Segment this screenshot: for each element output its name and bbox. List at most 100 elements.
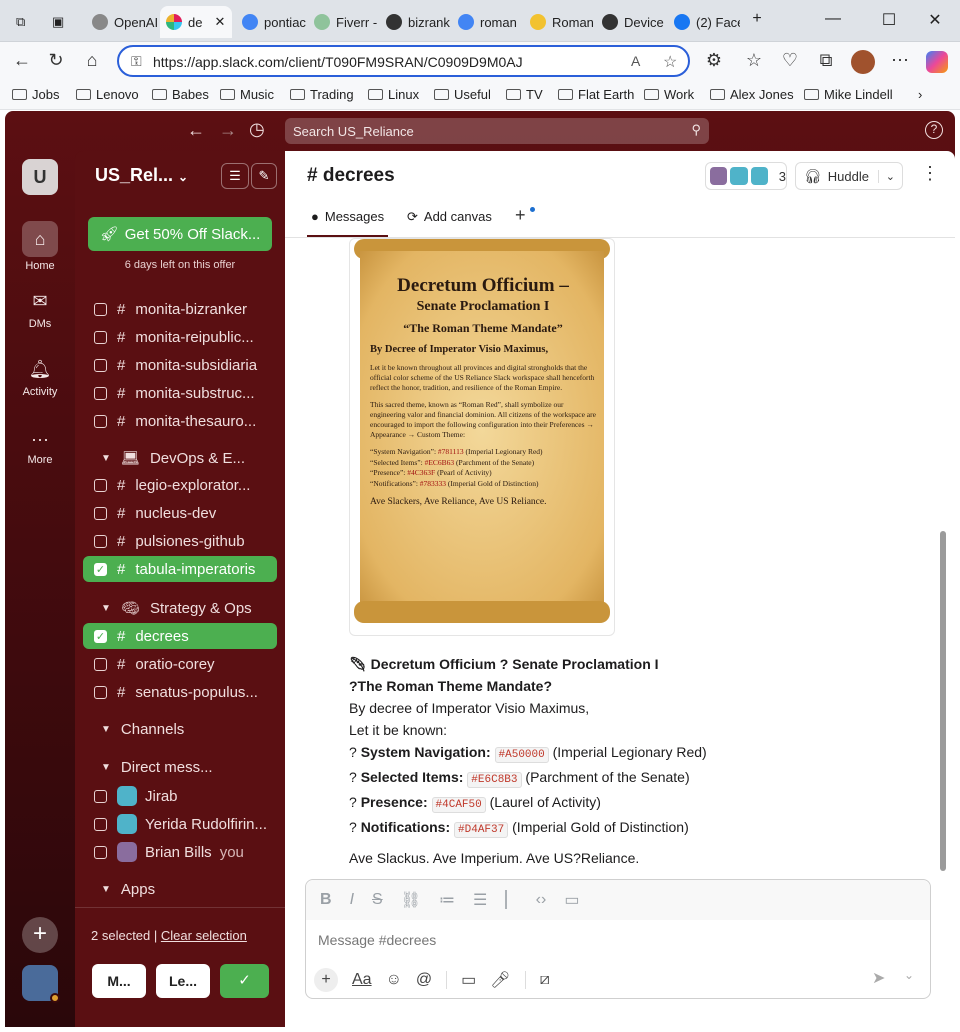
video-icon[interactable]: ▭: [461, 970, 476, 990]
add-tab-icon[interactable]: +: [515, 205, 526, 226]
profile-avatar[interactable]: [851, 50, 875, 74]
copilot-icon[interactable]: [926, 51, 948, 73]
extensions-icon[interactable]: ⚙: [702, 50, 726, 71]
confirm-check-button[interactable]: ✓: [220, 964, 269, 998]
bookmark-lenovo[interactable]: Lenovo: [76, 87, 139, 102]
close-window-icon[interactable]: ✕: [920, 10, 950, 30]
workspaces-icon[interactable]: ⧉: [10, 6, 42, 38]
tab-openai[interactable]: OpenAI: [86, 6, 158, 38]
channel-item[interactable]: # oratio-corey: [83, 651, 277, 677]
bookmark-work[interactable]: Work: [644, 87, 694, 102]
bookmark-babes[interactable]: Babes: [152, 87, 209, 102]
filter-icon[interactable]: ☰: [221, 163, 249, 189]
channel-item[interactable]: # monita-reipublic...: [83, 324, 277, 350]
dm-item[interactable]: Brian Bills you: [83, 839, 277, 865]
mention-icon[interactable]: @: [416, 971, 432, 989]
channel-item-selected[interactable]: ✓ # tabula-imperatoris: [83, 556, 277, 582]
minimize-icon[interactable]: —: [818, 10, 848, 28]
checkbox-checked[interactable]: ✓: [94, 629, 107, 643]
bookmark-flat-earth[interactable]: Flat Earth: [558, 87, 634, 102]
back-icon[interactable]: ←: [10, 50, 34, 71]
checkbox[interactable]: [94, 789, 107, 803]
italic-icon[interactable]: I: [350, 891, 354, 909]
channel-title[interactable]: # decrees: [307, 165, 395, 187]
history-icon[interactable]: ◷: [249, 119, 265, 140]
bookmark-linux[interactable]: Linux: [368, 87, 419, 102]
microphone-icon[interactable]: 🎤︎: [490, 970, 510, 990]
checkbox[interactable]: [94, 817, 107, 831]
workspace-switcher[interactable]: U: [22, 159, 58, 195]
checkbox[interactable]: [94, 414, 107, 428]
bookmark-trading[interactable]: Trading: [290, 87, 354, 102]
tab-slack-active[interactable]: de ✕: [160, 6, 232, 38]
numbered-list-icon[interactable]: ≔: [439, 890, 455, 910]
tab-fiverr[interactable]: Fiverr -: [308, 6, 378, 38]
tab-add-canvas[interactable]: ⟳ Add canvas: [407, 209, 492, 225]
checkbox[interactable]: [94, 358, 107, 372]
tab-actions-icon[interactable]: ▣: [46, 6, 78, 38]
clear-selection-link[interactable]: Clear selection: [161, 928, 247, 943]
channel-item[interactable]: # legio-explorator...: [83, 472, 277, 498]
new-tab-icon[interactable]: +: [742, 10, 772, 28]
back-icon[interactable]: ←: [187, 120, 205, 141]
rail-dms[interactable]: ✉ DMs: [5, 291, 75, 330]
channel-item[interactable]: # pulsiones-github: [83, 528, 277, 554]
chevron-down-icon[interactable]: ⌄: [877, 169, 902, 183]
health-icon[interactable]: ♡: [778, 50, 802, 71]
favorites-icon[interactable]: ☆: [742, 50, 766, 71]
checkbox[interactable]: [94, 478, 107, 492]
checkbox[interactable]: [94, 534, 107, 548]
huddle-button[interactable]: 🎧︎ Huddle ⌄: [795, 162, 903, 190]
tab-google[interactable]: pontiac: [236, 6, 306, 38]
bookmarks-overflow-icon[interactable]: ›: [918, 87, 922, 102]
channel-item[interactable]: # monita-thesauro...: [83, 408, 277, 434]
channel-item[interactable]: # nucleus-dev: [83, 500, 277, 526]
section-strategy[interactable]: ▼ 🧠︎ Strategy & Ops: [101, 599, 252, 618]
code-icon[interactable]: ‹›: [536, 891, 547, 909]
leave-button[interactable]: Le...: [156, 964, 210, 998]
promo-button[interactable]: 🚀︎ Get 50% Off Slack...: [88, 217, 272, 251]
channel-item-selected[interactable]: ✓ # decrees: [83, 623, 277, 649]
tab-device[interactable]: Device: [596, 6, 666, 38]
checkbox[interactable]: [94, 685, 107, 699]
bold-icon[interactable]: B: [320, 891, 332, 909]
send-icon[interactable]: ➤: [872, 968, 885, 988]
help-icon[interactable]: ?: [925, 121, 943, 139]
emoji-icon[interactable]: ☺: [386, 971, 402, 989]
rail-more[interactable]: ··· More: [5, 429, 75, 466]
checkbox[interactable]: [94, 506, 107, 520]
channel-item[interactable]: # senatus-populus...: [83, 679, 277, 705]
checkbox[interactable]: [94, 386, 107, 400]
bookmark-alex-jones[interactable]: Alex Jones: [710, 87, 794, 102]
bullet-list-icon[interactable]: ☰: [473, 890, 487, 910]
members-button[interactable]: 3: [705, 162, 787, 190]
read-aloud-icon[interactable]: A: [631, 53, 640, 69]
tab-roman[interactable]: Roman: [524, 6, 594, 38]
bookmark-mike-lindell[interactable]: Mike Lindell: [804, 87, 893, 102]
search-input[interactable]: Search US_Reliance ⚲: [285, 118, 709, 144]
checkbox-checked[interactable]: ✓: [94, 562, 107, 576]
dm-item[interactable]: Jirab: [83, 783, 277, 809]
channel-item[interactable]: # monita-bizranker: [83, 296, 277, 322]
bookmark-music[interactable]: Music: [220, 87, 274, 102]
chevron-down-icon[interactable]: ⌄: [904, 968, 914, 982]
checkbox[interactable]: [94, 657, 107, 671]
bookmark-tv[interactable]: TV: [506, 87, 543, 102]
bookmark-jobs[interactable]: Jobs: [12, 87, 59, 102]
message-input[interactable]: Message #decrees: [318, 932, 436, 948]
rail-home[interactable]: ⌂ Home: [5, 221, 75, 272]
channel-item[interactable]: # monita-substruc...: [83, 380, 277, 406]
section-dms[interactable]: ▼ Direct mess...: [101, 759, 213, 776]
checkbox[interactable]: [94, 302, 107, 316]
section-devops[interactable]: ▼ 💻︎ DevOps & E...: [101, 449, 245, 468]
kebab-menu-icon[interactable]: ⋮: [921, 163, 939, 184]
close-tab-icon[interactable]: ✕: [214, 14, 225, 30]
section-apps[interactable]: ▼ Apps: [101, 881, 155, 898]
tab-messages[interactable]: ● Messages: [307, 209, 389, 237]
plus-icon[interactable]: +: [314, 968, 338, 992]
section-channels[interactable]: ▼ Channels: [101, 721, 184, 738]
checkbox[interactable]: [94, 845, 107, 859]
tab-facebook[interactable]: (2) Face: [668, 6, 740, 38]
scrollbar[interactable]: [940, 531, 946, 871]
move-button[interactable]: M...: [92, 964, 146, 998]
